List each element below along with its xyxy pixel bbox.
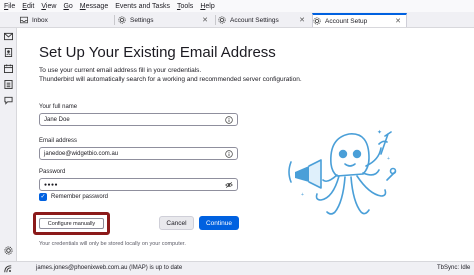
name-field[interactable]: Jane Doe (39, 113, 238, 126)
tab-account-settings[interactable]: Account Settings ✕ (218, 13, 310, 27)
address-book-icon[interactable] (4, 48, 13, 57)
menu-file[interactable]: File (4, 3, 15, 10)
settings-icon (218, 16, 226, 24)
connection-status-icon (4, 265, 12, 273)
intro-line: Thunderbird will automatically search fo… (39, 76, 302, 83)
menu-edit[interactable]: Edit (22, 3, 34, 10)
menu-bar: File Edit View Go Message Events and Tas… (0, 0, 474, 12)
settings-icon (313, 17, 321, 25)
tasks-icon[interactable] (4, 80, 13, 89)
tab-account-setup[interactable]: Account Setup ✕ (312, 13, 407, 27)
tab-separator (215, 15, 216, 25)
close-icon[interactable]: ✕ (202, 16, 208, 24)
menu-events-and-tasks[interactable]: Events and Tasks (115, 3, 170, 10)
email-field[interactable]: janedoe@widgetbio.com.au (39, 147, 238, 160)
inbox-icon (20, 16, 28, 24)
intro-line: To use your current email address fill i… (39, 67, 202, 74)
close-icon[interactable]: ✕ (395, 17, 401, 25)
settings-icon (118, 16, 126, 24)
svg-text:+: + (387, 156, 390, 162)
tab-bar: Inbox Settings ✕ Account Settings ✕ Acco… (0, 12, 474, 28)
name-value: Jane Doe (44, 116, 70, 123)
status-bar: james.jones@phoenixweb.com.au (IMAP) is … (0, 261, 474, 275)
menu-go[interactable]: Go (63, 3, 72, 10)
continue-button[interactable]: Continue (199, 216, 239, 230)
toggle-password-visibility-icon[interactable] (225, 181, 233, 189)
status-text: james.jones@phoenixweb.com.au (IMAP) is … (36, 265, 183, 271)
calendar-icon[interactable] (4, 64, 13, 73)
tab-label: Account Settings (230, 16, 279, 24)
configure-manually-highlight: Configure manually (33, 212, 110, 235)
credentials-note: Your credentials will only be stored loc… (39, 241, 186, 247)
info-icon (225, 116, 233, 124)
tab-separator (114, 15, 115, 25)
tab-label: Inbox (32, 16, 48, 24)
tab-inbox[interactable]: Inbox (20, 13, 110, 27)
remember-password-checkbox[interactable]: ✓ (39, 193, 47, 201)
mail-icon[interactable] (4, 32, 13, 41)
account-setup-panel: Set Up Your Existing Email Address To us… (17, 28, 474, 261)
menu-view[interactable]: View (41, 3, 56, 10)
svg-text:✦: ✦ (377, 129, 382, 136)
password-value: ●●●● (44, 181, 59, 188)
password-field[interactable]: ●●●● (39, 178, 238, 191)
email-label: Email address (39, 138, 78, 144)
page-title: Set Up Your Existing Email Address (39, 44, 276, 61)
email-value: janedoe@widgetbio.com.au (44, 150, 119, 157)
configure-manually-button[interactable]: Configure manually (39, 218, 104, 229)
tbsync-status[interactable]: TbSync: Idle (437, 265, 470, 271)
octopus-mascot-illustration: ✦ + + (288, 129, 397, 215)
tab-label: Settings (130, 16, 154, 24)
password-label: Password (39, 169, 66, 175)
chat-icon[interactable] (4, 96, 13, 105)
tab-settings[interactable]: Settings ✕ (118, 13, 213, 27)
name-label: Your full name (39, 104, 78, 110)
intro-text: To use your current email address fill i… (39, 66, 329, 84)
tab-label: Account Setup (325, 17, 368, 25)
menu-help[interactable]: Help (200, 3, 214, 10)
remember-password-label: Remember password (51, 194, 109, 200)
svg-text:+: + (301, 192, 304, 198)
menu-message[interactable]: Message (80, 3, 108, 10)
cancel-button[interactable]: Cancel (159, 216, 194, 230)
close-icon[interactable]: ✕ (299, 16, 305, 24)
spaces-toolbar (0, 28, 17, 261)
settings-icon[interactable] (4, 246, 13, 255)
info-icon (225, 150, 233, 158)
menu-tools[interactable]: Tools (177, 3, 193, 10)
